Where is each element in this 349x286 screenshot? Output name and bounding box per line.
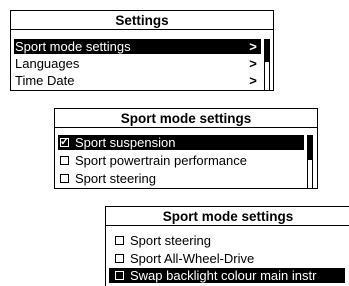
settings-panel: Settings Sport mode settings > Languages… xyxy=(10,10,274,91)
chevron-right-icon: > xyxy=(249,73,257,88)
menu-item-time-date[interactable]: Time Date > xyxy=(14,73,261,88)
scrollbar-thumb[interactable] xyxy=(265,40,269,62)
checkbox-row-sport-all-wheel-drive[interactable]: Sport All-Wheel-Drive xyxy=(109,251,349,266)
checkbox-label: Swap backlight colour main instr xyxy=(130,268,317,283)
panel-title: Settings xyxy=(11,11,273,30)
panel-frame: Sport mode settings Sport steering Sport… xyxy=(105,206,349,286)
checkbox-row-sport-steering[interactable]: Sport steering xyxy=(109,233,349,248)
scrollbar[interactable] xyxy=(307,135,313,188)
sport-mode-settings-panel: Sport mode settings ✓ Sport suspension S… xyxy=(54,108,318,189)
checkbox-label: Sport steering xyxy=(75,171,156,186)
checkbox-label: Sport All-Wheel-Drive xyxy=(130,251,255,266)
checkbox[interactable] xyxy=(115,253,124,263)
checkbox[interactable] xyxy=(60,155,69,165)
menu-item-label: Languages xyxy=(15,56,80,71)
checkbox-label: Sport powertrain performance xyxy=(75,153,247,168)
checkbox[interactable] xyxy=(60,173,69,183)
checkbox-row-sport-steering[interactable]: Sport steering xyxy=(58,171,304,186)
menu-item-sport-mode-settings[interactable]: Sport mode settings > xyxy=(14,39,261,54)
checkbox[interactable]: ✓ xyxy=(60,135,70,148)
scrollbar-thumb[interactable] xyxy=(308,136,312,160)
chevron-right-icon: > xyxy=(249,56,257,71)
panel-title: Sport mode settings xyxy=(55,109,317,128)
menu-item-label: Sport mode settings xyxy=(15,39,131,54)
checkbox-row-sport-powertrain-performance[interactable]: Sport powertrain performance xyxy=(58,153,304,168)
checkbox-label: Sport suspension xyxy=(75,135,176,150)
scrollbar[interactable] xyxy=(264,39,270,90)
check-icon: ✓ xyxy=(60,135,70,148)
chevron-right-icon: > xyxy=(249,39,257,54)
checkbox[interactable] xyxy=(115,235,124,245)
menu-item-label: Time Date xyxy=(15,73,75,88)
checkbox-label: Sport steering xyxy=(130,233,211,248)
sport-mode-settings-panel-scrolled: Sport mode settings Sport steering Sport… xyxy=(105,206,349,286)
menu-item-languages[interactable]: Languages > xyxy=(14,56,261,71)
panel-title: Sport mode settings xyxy=(106,207,349,226)
checkbox-row-sport-suspension[interactable]: ✓ Sport suspension xyxy=(58,135,304,150)
checkbox-row-swap-backlight-colour[interactable]: Swap backlight colour main instr xyxy=(109,268,345,283)
checkbox[interactable] xyxy=(115,270,124,280)
